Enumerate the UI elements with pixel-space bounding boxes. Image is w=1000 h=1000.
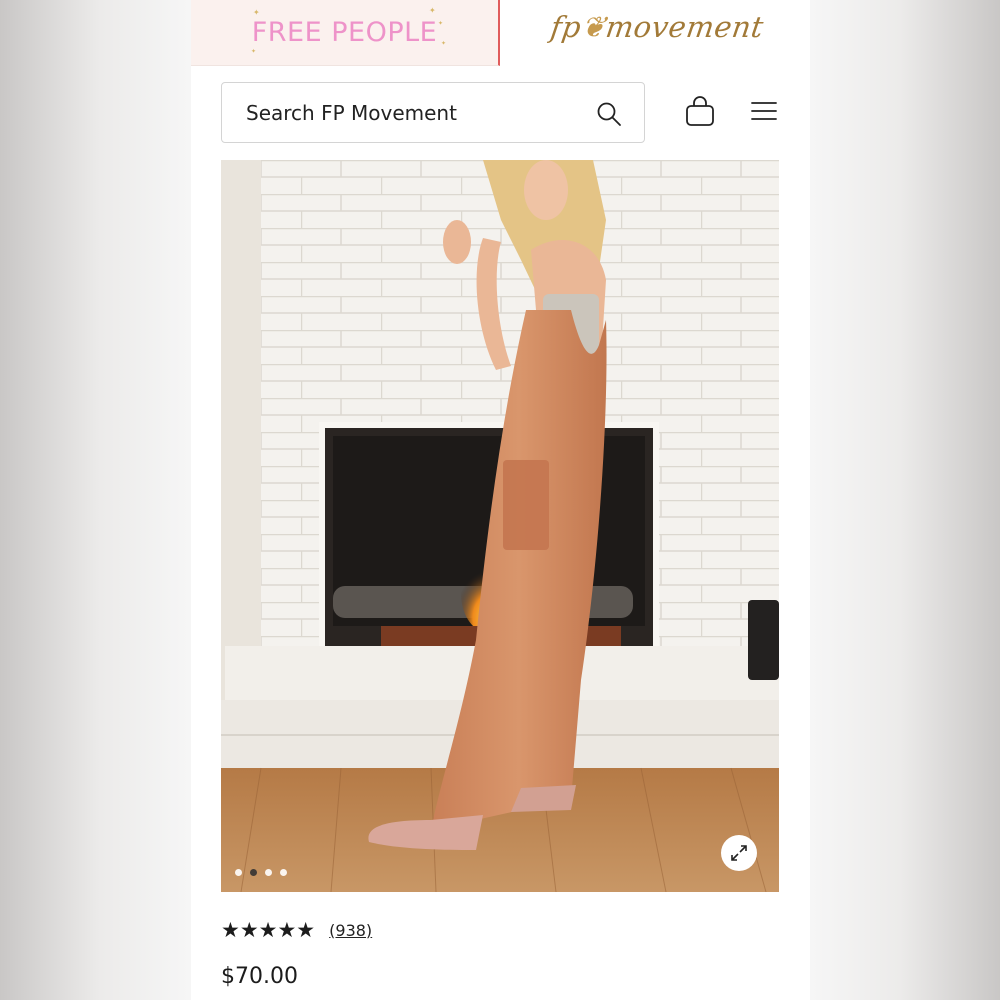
sparkle-icon: ✦ bbox=[253, 8, 260, 17]
brand-tabs: ✦ ✦ ✦ ✦ ✦ FREE PEOPLE fp❦movement bbox=[191, 0, 810, 66]
mobile-page: ✦ ✦ ✦ ✦ ✦ FREE PEOPLE fp❦movement Search… bbox=[191, 0, 810, 1000]
hamburger-menu-icon[interactable] bbox=[751, 100, 777, 122]
carousel-dot[interactable] bbox=[265, 869, 272, 876]
review-count-link[interactable]: (938) bbox=[329, 921, 372, 940]
sparkle-icon: ✦ bbox=[438, 20, 444, 27]
expand-icon bbox=[731, 845, 747, 861]
carousel-dot-active[interactable] bbox=[250, 869, 257, 876]
carousel-dot[interactable] bbox=[235, 869, 242, 876]
sparkle-icon: ✦ bbox=[429, 6, 436, 15]
product-price: $70.00 bbox=[221, 964, 298, 989]
carousel-dots bbox=[235, 869, 287, 876]
sparkle-icon: ✦ bbox=[251, 48, 257, 55]
product-photo bbox=[221, 160, 779, 892]
free-people-logo: FREE PEOPLE bbox=[251, 17, 438, 48]
search-input[interactable] bbox=[244, 99, 588, 126]
product-rating: ★★★★★ (938) bbox=[221, 918, 372, 942]
fp-movement-logo: fp❦movement bbox=[548, 10, 766, 44]
product-image[interactable] bbox=[221, 160, 779, 892]
tab-fp-movement[interactable]: fp❦movement bbox=[502, 0, 810, 66]
star-rating-icon: ★★★★★ bbox=[221, 918, 316, 942]
tab-free-people[interactable]: ✦ ✦ ✦ ✦ ✦ FREE PEOPLE bbox=[191, 0, 500, 66]
search-bar bbox=[221, 82, 645, 143]
expand-image-button[interactable] bbox=[721, 835, 757, 871]
carousel-dot[interactable] bbox=[280, 869, 287, 876]
sparkle-icon: ✦ bbox=[441, 40, 447, 47]
shopping-bag-icon[interactable] bbox=[684, 95, 716, 127]
search-icon[interactable] bbox=[596, 101, 622, 127]
